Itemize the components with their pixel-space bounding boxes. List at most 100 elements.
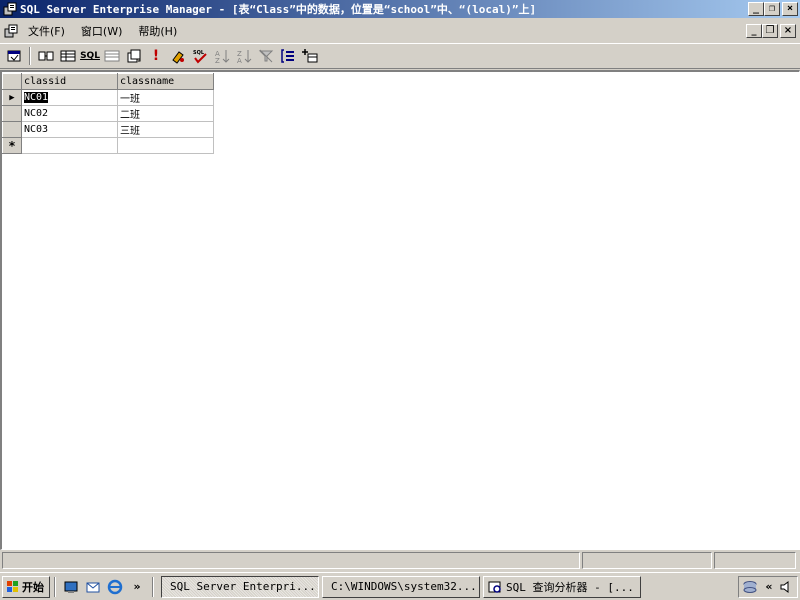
verify-sql-icon: SQL (193, 50, 207, 64)
group-by-button[interactable] (277, 46, 299, 66)
status-pane-2 (582, 552, 712, 569)
status-pane-3 (714, 552, 796, 569)
sort-ascending-button[interactable]: AZ (211, 46, 233, 66)
add-table-button[interactable] (299, 46, 321, 66)
menu-bar: 文件(F) 窗口(W) 帮助(H) _ ❐ × (0, 20, 800, 42)
row-selector-current[interactable]: ▶ (2, 89, 22, 106)
new-row: * (2, 137, 214, 154)
restore-button[interactable]: ❐ (764, 2, 780, 16)
cell-classid[interactable]: NC02 (21, 105, 118, 122)
quicklaunch-ie[interactable] (104, 576, 126, 598)
add-table-icon (302, 49, 318, 63)
clear-results-button[interactable] (167, 46, 189, 66)
tray-collapse-icon[interactable]: « (765, 580, 772, 593)
grid-corner[interactable] (2, 73, 22, 90)
sql-server-service-icon[interactable] (742, 580, 758, 594)
menu-file[interactable]: 文件(F) (20, 23, 73, 39)
cell-value: NC01 (24, 92, 49, 103)
show-grid-icon (60, 50, 76, 62)
column-header-classid[interactable]: classid (21, 73, 118, 90)
taskbar-separator (152, 576, 154, 597)
grid-header-row: classid classname (2, 73, 214, 90)
row-selector[interactable] (2, 105, 22, 122)
close-icon: × (783, 25, 793, 36)
quicklaunch-more[interactable]: » (126, 576, 148, 598)
minimize-button[interactable]: _ (748, 2, 764, 16)
minimize-icon: _ (751, 25, 757, 36)
quicklaunch-outlook[interactable] (82, 576, 104, 598)
restore-icon: ❐ (765, 25, 775, 36)
windows-logo-icon (7, 580, 18, 592)
sql-icon: SQL (80, 51, 100, 61)
task-label: SQL Server Enterpri... (170, 580, 316, 593)
start-button[interactable]: 开始 (2, 575, 50, 598)
data-grid[interactable]: classid classname ▶ NC01 一班 NC02 二班 NC03… (2, 73, 214, 154)
mdi-restore-button[interactable]: ❐ (762, 24, 778, 38)
cell-classname[interactable]: 三班 (117, 121, 214, 138)
task-enterprise-manager[interactable]: SQL Server Enterpri... (161, 575, 319, 598)
table-row: NC02 二班 (2, 105, 214, 122)
enterprise-manager-icon[interactable] (2, 1, 18, 17)
results-icon (104, 50, 120, 62)
sort-descending-button[interactable]: ZA (233, 46, 255, 66)
show-diagram-button[interactable] (35, 46, 57, 66)
run-icon: ! (152, 48, 160, 64)
current-row-icon: ▶ (9, 93, 15, 103)
internet-explorer-icon (107, 579, 123, 594)
verify-sql-button[interactable]: SQL (189, 46, 211, 66)
svg-text:SQL: SQL (193, 50, 205, 56)
cell-classid[interactable]: NC01 (21, 89, 118, 106)
cell-classname[interactable]: 一班 (117, 89, 214, 106)
status-pane-main (2, 552, 580, 569)
sort-desc-icon: ZA (237, 50, 252, 64)
taskbar: 开始 » SQL Server Enterpri... C:\ C:\WINDO… (0, 572, 800, 600)
cell-classid[interactable]: NC03 (21, 121, 118, 138)
row-selector[interactable] (2, 121, 22, 138)
more-chevron-icon: » (133, 580, 141, 593)
menu-help[interactable]: 帮助(H) (130, 23, 185, 39)
quicklaunch-desktop[interactable] (60, 576, 82, 598)
volume-icon[interactable] (779, 580, 793, 594)
show-grid-button[interactable] (57, 46, 79, 66)
table-row: NC03 三班 (2, 121, 214, 138)
properties-button[interactable] (3, 46, 25, 66)
query-analyzer-icon (488, 581, 501, 593)
task-label: SQL 查询分析器 - [... (506, 580, 634, 594)
show-diagram-icon (38, 51, 54, 61)
table-row: ▶ NC01 一班 (2, 89, 214, 106)
close-icon: × (786, 3, 794, 14)
mdi-close-button[interactable]: × (780, 24, 796, 38)
show-results-button[interactable] (101, 46, 123, 66)
remove-filter-icon (258, 49, 274, 63)
properties-icon (7, 50, 21, 62)
task-label: C:\WINDOWS\system32... (331, 580, 477, 593)
new-cell-classname[interactable] (117, 137, 214, 154)
status-bar (0, 551, 800, 571)
show-desktop-icon (64, 581, 78, 593)
group-by-icon (281, 49, 294, 63)
task-query-analyzer[interactable]: SQL 查询分析器 - [... (483, 575, 641, 598)
mdi-minimize-button[interactable]: _ (746, 24, 762, 38)
run-button[interactable]: ! (145, 46, 167, 66)
task-command-prompt[interactable]: C:\ C:\WINDOWS\system32... (322, 575, 480, 598)
window-title: SQL Server Enterprise Manager - [表“Class… (20, 3, 537, 16)
taskbar-separator (54, 576, 56, 597)
new-cell-classid[interactable] (21, 137, 118, 154)
change-query-type-button[interactable] (123, 46, 145, 66)
document-icon[interactable] (2, 22, 20, 40)
title-bar: SQL Server Enterprise Manager - [表“Class… (0, 0, 800, 18)
close-button[interactable]: × (782, 2, 798, 16)
outlook-icon (86, 582, 100, 592)
clear-icon (172, 51, 184, 64)
system-tray: « (738, 575, 798, 598)
minimize-icon: _ (752, 3, 760, 14)
new-row-icon: * (8, 138, 16, 153)
change-query-type-icon (127, 49, 141, 63)
remove-filter-button[interactable] (255, 46, 277, 66)
column-header-classname[interactable]: classname (117, 73, 214, 90)
cell-classname[interactable]: 二班 (117, 105, 214, 122)
show-sql-button[interactable]: SQL (79, 46, 101, 66)
sort-asc-icon: AZ (215, 50, 230, 64)
row-selector-new[interactable]: * (2, 137, 22, 154)
menu-window[interactable]: 窗口(W) (73, 23, 130, 39)
